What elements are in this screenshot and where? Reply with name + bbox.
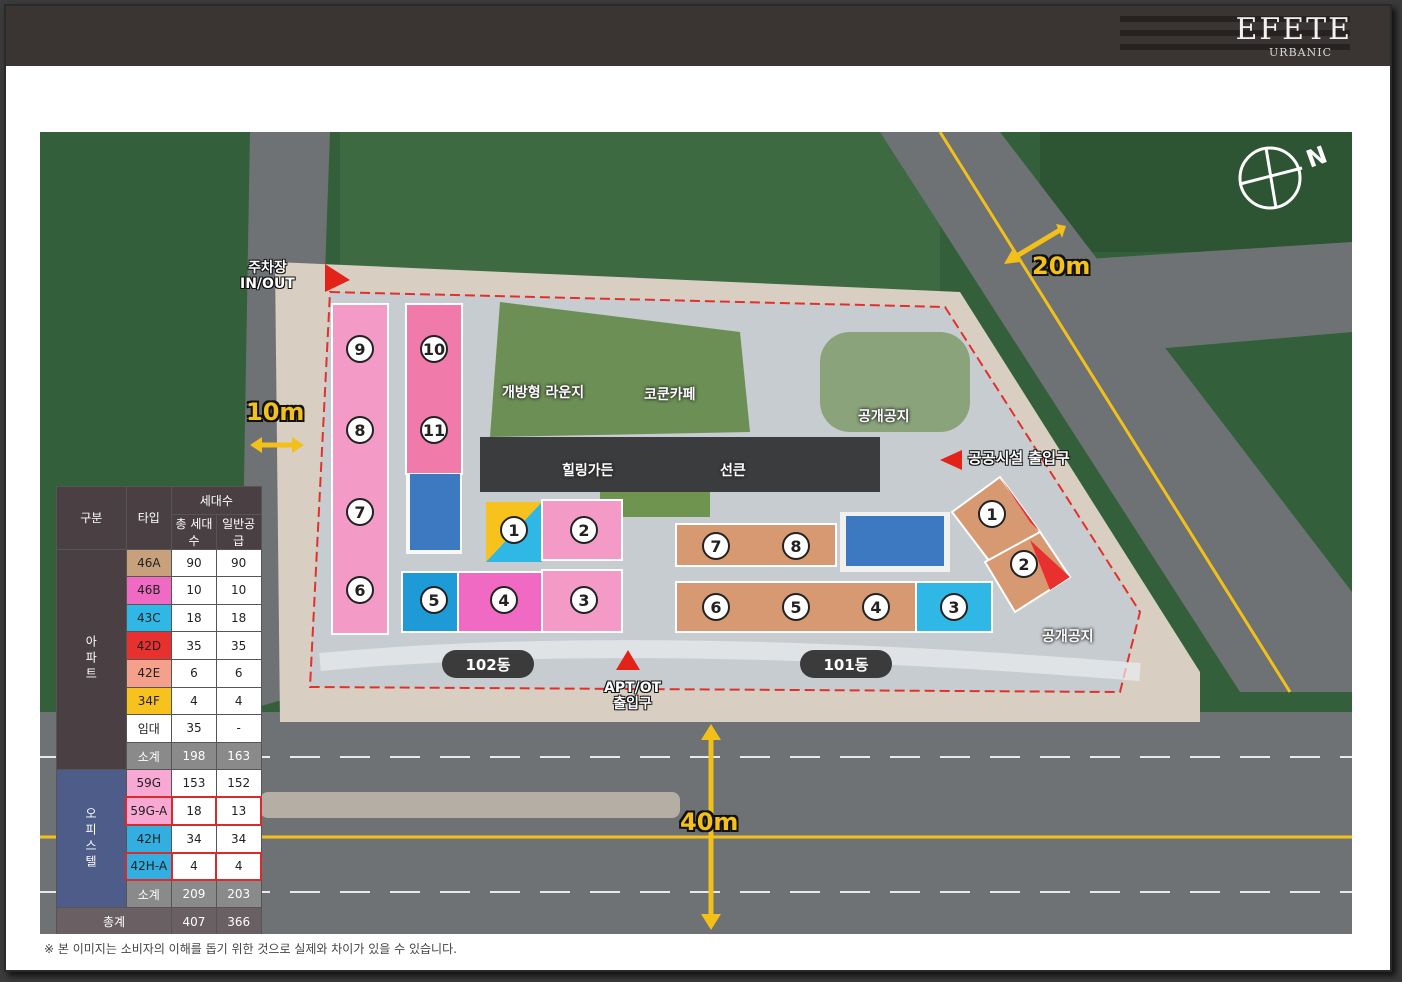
table-subtotal-general: 203 bbox=[215, 879, 262, 909]
unit-102-9: 9 bbox=[346, 335, 374, 363]
table-row-general: 18 bbox=[215, 603, 262, 633]
unit-101-1: 1 bbox=[978, 500, 1006, 528]
site-plan-map: N 주차장 IN/OUT 개방형 라운지 코쿤카페 공개공지 힐링가든 선큰 공… bbox=[40, 132, 1352, 934]
unit-101-3: 3 bbox=[940, 593, 968, 621]
parking-label-line2: IN/OUT bbox=[240, 276, 295, 292]
table-row-total: 4 bbox=[170, 851, 218, 882]
table-row-type: 46B bbox=[125, 576, 173, 605]
apt-entrance-line2: 출입구 bbox=[613, 696, 652, 712]
unit-102-11: 11 bbox=[420, 416, 448, 444]
table-row-type: 43C bbox=[125, 603, 173, 633]
table-row-type: 임대 bbox=[125, 714, 173, 743]
table-row-total: 18 bbox=[171, 603, 217, 633]
lounge-label: 개방형 라운지 bbox=[502, 385, 585, 401]
public-space-label: 공개공지 bbox=[858, 409, 910, 425]
road-top-width: 20m bbox=[1032, 252, 1091, 280]
parking-label-line1: 주차장 bbox=[248, 260, 287, 276]
building-101-label: 101동 bbox=[800, 650, 892, 678]
table-row-total: 10 bbox=[171, 576, 217, 605]
unit-101-4: 4 bbox=[862, 593, 890, 621]
healing-garden-label: 힐링가든 bbox=[562, 463, 614, 479]
unit-102-5: 5 bbox=[420, 586, 448, 614]
parking-label: 주차장 IN/OUT bbox=[240, 260, 295, 292]
apt-entrance-line1: APT/OT bbox=[604, 680, 662, 696]
table-row-type: 59G bbox=[125, 769, 173, 798]
building-102-label: 102동 bbox=[442, 650, 534, 678]
unit-101-2: 2 bbox=[1010, 550, 1038, 578]
brochure-frame: EFETE URBANIC N 주차장 IN/OUT 개방형 라운지 코쿤카페 … bbox=[4, 4, 1392, 972]
table-subtotal-general: 163 bbox=[215, 741, 262, 771]
unit-102-8: 8 bbox=[346, 416, 374, 444]
unit-102-10: 10 bbox=[420, 335, 448, 363]
unit-102-7: 7 bbox=[346, 498, 374, 526]
header-bar: EFETE URBANIC bbox=[6, 6, 1390, 66]
table-row-type: 59G-A bbox=[125, 796, 173, 827]
unit-102-2: 2 bbox=[570, 516, 598, 544]
table-row-total: 18 bbox=[170, 796, 218, 827]
table-row-general: 35 bbox=[215, 631, 262, 660]
table-row-general: 4 bbox=[215, 686, 262, 716]
building-101-north bbox=[675, 523, 837, 567]
table-header-households: 세대수 bbox=[171, 486, 262, 515]
table-subtotal-label: 소계 bbox=[125, 879, 173, 909]
table-row-total: 35 bbox=[171, 631, 217, 660]
public-facility-entrance-label: 공공시설 출입구 bbox=[968, 449, 1070, 467]
apt-entrance-label: APT/OT 출입구 bbox=[604, 680, 661, 712]
table-grand-total-label: 총계 bbox=[55, 907, 173, 934]
table-header-category: 구분 bbox=[56, 486, 127, 550]
table-row-type: 42H-A bbox=[125, 851, 173, 882]
table-row-general: - bbox=[215, 714, 262, 743]
table-row-total: 35 bbox=[171, 714, 217, 743]
table-grand-general: 366 bbox=[215, 907, 262, 934]
brand-logo-sub: URBANIC bbox=[1269, 46, 1332, 59]
public-space-right-label: 공개공지 bbox=[1042, 629, 1094, 645]
table-row-type: 34F bbox=[125, 686, 173, 716]
road-main-width: 40m bbox=[680, 808, 739, 836]
unit-102-4: 4 bbox=[490, 586, 518, 614]
table-row-total: 34 bbox=[171, 824, 217, 854]
table-grand-total: 407 bbox=[171, 907, 217, 934]
table-category-apt: 아파트 bbox=[56, 548, 127, 771]
table-category-office: 오피스텔 bbox=[56, 769, 127, 909]
table-row-general: 4 bbox=[215, 851, 262, 882]
unit-101-8: 8 bbox=[782, 532, 810, 560]
table-row-type: 42E bbox=[125, 658, 173, 688]
brand-logo: EFETE bbox=[1235, 12, 1352, 47]
table-row-total: 4 bbox=[171, 686, 217, 716]
table-row-total: 90 bbox=[171, 548, 217, 578]
table-row-general: 6 bbox=[215, 658, 262, 688]
disclaimer-text: ※ 본 이미지는 소비자의 이해를 돕기 위한 것으로 실제와 차이가 있을 수… bbox=[44, 942, 457, 956]
unit-102-1: 1 bbox=[500, 516, 528, 544]
unit-102-6: 6 bbox=[346, 576, 374, 604]
unit-101-7: 7 bbox=[702, 532, 730, 560]
table-row-total: 6 bbox=[171, 658, 217, 688]
table-row-general: 13 bbox=[215, 796, 262, 827]
table-subtotal-total: 198 bbox=[171, 741, 217, 771]
table-subtotal-label: 소계 bbox=[125, 741, 173, 771]
cafe-label: 코쿤카페 bbox=[644, 387, 696, 403]
road-left-width: 10m bbox=[246, 398, 305, 426]
table-row-general: 10 bbox=[215, 576, 262, 605]
unit-type-table: 구분 타입 세대수 총 세대수 일반공급 아파트 46A 90 90 46B 1… bbox=[55, 486, 262, 934]
table-header-type: 타입 bbox=[125, 486, 173, 550]
table-row-type: 42D bbox=[125, 631, 173, 660]
unit-101-5: 5 bbox=[782, 593, 810, 621]
unit-102-3: 3 bbox=[570, 586, 598, 614]
median bbox=[260, 792, 680, 818]
table-header-general: 일반공급 bbox=[215, 513, 262, 550]
table-row-general: 90 bbox=[215, 548, 262, 578]
table-subtotal-total: 209 bbox=[171, 879, 217, 909]
sunken-label: 선큰 bbox=[720, 463, 746, 479]
table-row-total: 153 bbox=[171, 769, 217, 798]
table-header-total: 총 세대수 bbox=[171, 513, 217, 550]
table-row-type: 42H bbox=[125, 824, 173, 854]
table-row-general: 34 bbox=[215, 824, 262, 854]
table-row-type: 46A bbox=[125, 548, 173, 578]
table-row-general: 152 bbox=[215, 769, 262, 798]
sunken-area bbox=[480, 437, 880, 492]
unit-101-6: 6 bbox=[702, 593, 730, 621]
